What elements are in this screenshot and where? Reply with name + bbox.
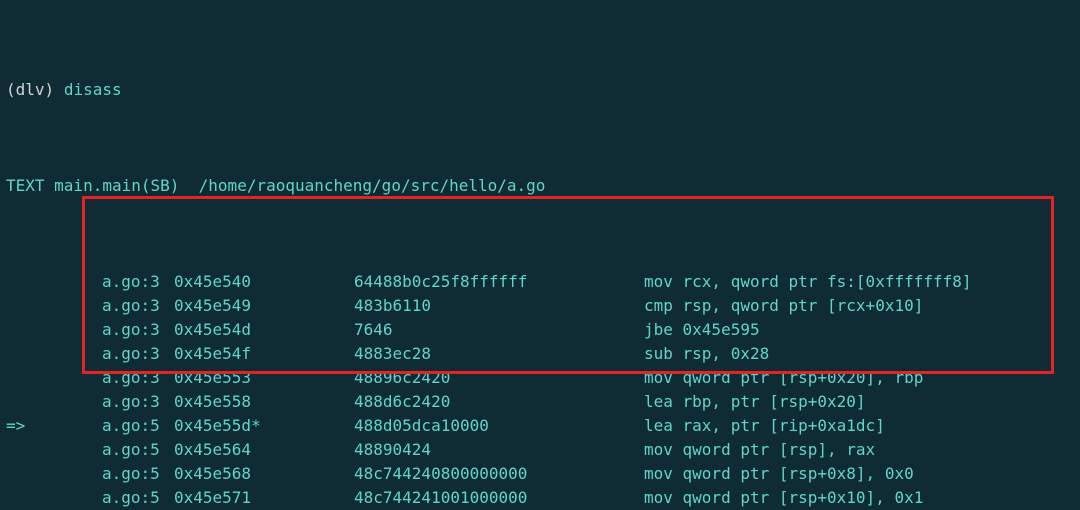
prompt-line-1: (dlv) disass (0, 78, 1080, 102)
opcode-bytes: 48896c2420 (354, 366, 644, 390)
address: 0x45e553 (174, 366, 354, 390)
source-loc: a.go:3 (102, 342, 174, 366)
source-loc: a.go:3 (102, 294, 174, 318)
address: 0x45e54f (174, 342, 354, 366)
opcode-bytes: 7646 (354, 318, 644, 342)
instruction: lea rax, ptr [rip+0xa1dc] (644, 414, 885, 438)
address: 0x45e571 (174, 486, 354, 510)
opcode-bytes: 488d05dca10000 (354, 414, 644, 438)
disass-row: a.go:50x45e56848c744240800000000mov qwor… (0, 462, 1080, 486)
address: 0x45e564 (174, 438, 354, 462)
address: 0x45e54d (174, 318, 354, 342)
instruction: sub rsp, 0x28 (644, 342, 769, 366)
source-loc: a.go:3 (102, 390, 174, 414)
address: 0x45e558 (174, 390, 354, 414)
address: 0x45e55d* (174, 414, 354, 438)
opcode-bytes: 4883ec28 (354, 342, 644, 366)
source-loc: a.go:5 (102, 438, 174, 462)
address: 0x45e549 (174, 294, 354, 318)
opcode-bytes: 48c744240800000000 (354, 462, 644, 486)
source-loc: a.go:3 (102, 318, 174, 342)
disass-row: a.go:30x45e549483b6110cmp rsp, qword ptr… (0, 294, 1080, 318)
disass-row: a.go:30x45e55348896c2420mov qword ptr [r… (0, 366, 1080, 390)
instruction: cmp rsp, qword ptr [rcx+0x10] (644, 294, 923, 318)
instruction: jbe 0x45e595 (644, 318, 760, 342)
opcode-bytes: 48c744241001000000 (354, 486, 644, 510)
current-arrow: => (6, 414, 36, 438)
instruction: mov qword ptr [rsp+0x10], 0x1 (644, 486, 923, 510)
disass-header-text: TEXT main.main(SB) /home/raoquancheng/go… (6, 174, 545, 198)
disass-row: a.go:30x45e54064488b0c25f8ffffffmov rcx,… (0, 270, 1080, 294)
prompt-open: ( (6, 78, 16, 102)
opcode-bytes: 483b6110 (354, 294, 644, 318)
disass-row: a.go:30x45e54f4883ec28sub rsp, 0x28 (0, 342, 1080, 366)
disass-row: a.go:50x45e57148c744241001000000mov qwor… (0, 486, 1080, 510)
instruction: mov rcx, qword ptr fs:[0xfffffff8] (644, 270, 972, 294)
disassembly-rows: a.go:30x45e54064488b0c25f8ffffffmov rcx,… (0, 270, 1080, 510)
source-loc: a.go:5 (102, 486, 174, 510)
opcode-bytes: 48890424 (354, 438, 644, 462)
source-loc: a.go:5 (102, 462, 174, 486)
prompt-name: dlv (16, 78, 45, 102)
opcode-bytes: 488d6c2420 (354, 390, 644, 414)
disass-row: a.go:30x45e558488d6c2420lea rbp, ptr [rs… (0, 390, 1080, 414)
terminal-output[interactable]: (dlv) disass TEXT main.main(SB) /home/ra… (0, 0, 1080, 510)
source-loc: a.go:3 (102, 366, 174, 390)
instruction: lea rbp, ptr [rsp+0x20] (644, 390, 866, 414)
disass-row: a.go:50x45e56448890424mov qword ptr [rsp… (0, 438, 1080, 462)
disass-row: => a.go:50x45e55d*488d05dca10000lea rax, … (0, 414, 1080, 438)
disass-header: TEXT main.main(SB) /home/raoquancheng/go… (0, 174, 1080, 198)
instruction: mov qword ptr [rsp], rax (644, 438, 875, 462)
instruction: mov qword ptr [rsp+0x8], 0x0 (644, 462, 914, 486)
instruction: mov qword ptr [rsp+0x20], rbp (644, 366, 923, 390)
address: 0x45e540 (174, 270, 354, 294)
address: 0x45e568 (174, 462, 354, 486)
command-text: disass (64, 78, 122, 102)
prompt-close: ) (45, 78, 64, 102)
opcode-bytes: 64488b0c25f8ffffff (354, 270, 644, 294)
disass-row: a.go:30x45e54d7646jbe 0x45e595 (0, 318, 1080, 342)
source-loc: a.go:5 (102, 414, 174, 438)
source-loc: a.go:3 (102, 270, 174, 294)
